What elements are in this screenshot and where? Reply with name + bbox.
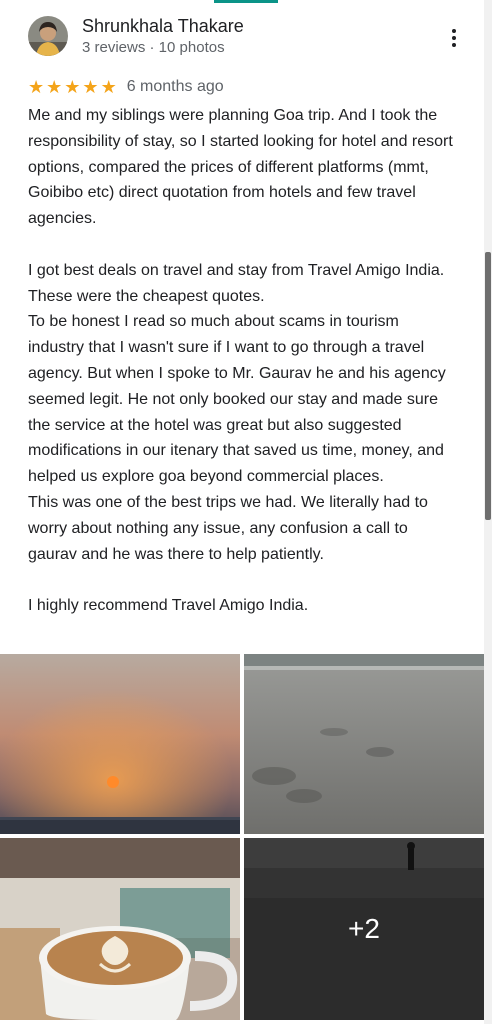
review-header: Shrunkhala Thakare 3 reviews · 10 photos — [28, 10, 472, 60]
photo-grid: +2 — [0, 654, 484, 1020]
author-name[interactable]: Shrunkhala Thakare — [82, 16, 244, 37]
review-paragraph — [28, 567, 458, 593]
review-paragraph: I got best deals on travel and stay from… — [28, 261, 445, 305]
star-icon: ★ — [100, 77, 117, 97]
more-photos-count[interactable]: +2 — [244, 838, 484, 1020]
top-accent-bar — [214, 0, 278, 3]
beach-footprints-photo[interactable] — [244, 654, 484, 834]
author-meta: 3 reviews · 10 photos — [82, 39, 225, 56]
scrollbar-thumb[interactable] — [485, 252, 491, 520]
star-icon: ★ — [82, 77, 99, 97]
review-text: Me and my siblings were planning Goa tri… — [28, 103, 458, 619]
review-paragraph: I highly recommend Travel Amigo India. — [28, 597, 309, 615]
latte-photo[interactable] — [0, 838, 240, 1020]
review-paragraph: Me and my siblings were planning Goa tri… — [28, 107, 453, 228]
author-avatar[interactable] — [28, 16, 68, 56]
star-icon: ★ — [28, 77, 45, 97]
rating-row: ★ ★ ★ ★ ★ 6 months ago — [28, 76, 224, 98]
sunset-photo[interactable] — [0, 654, 240, 834]
review-paragraph: This was one of the best trips we had. W… — [28, 493, 428, 563]
review-paragraph — [28, 232, 458, 258]
star-rating: ★ ★ ★ ★ ★ — [28, 78, 117, 96]
review-age: 6 months ago — [126, 78, 224, 95]
review-paragraph: To be honest I read so much about scams … — [28, 313, 446, 486]
scrollbar-track[interactable] — [484, 0, 492, 1024]
more-options-icon[interactable] — [444, 26, 464, 50]
star-icon: ★ — [46, 77, 63, 97]
dark-beach-photo[interactable]: +2 — [244, 838, 484, 1020]
star-icon: ★ — [64, 77, 81, 97]
